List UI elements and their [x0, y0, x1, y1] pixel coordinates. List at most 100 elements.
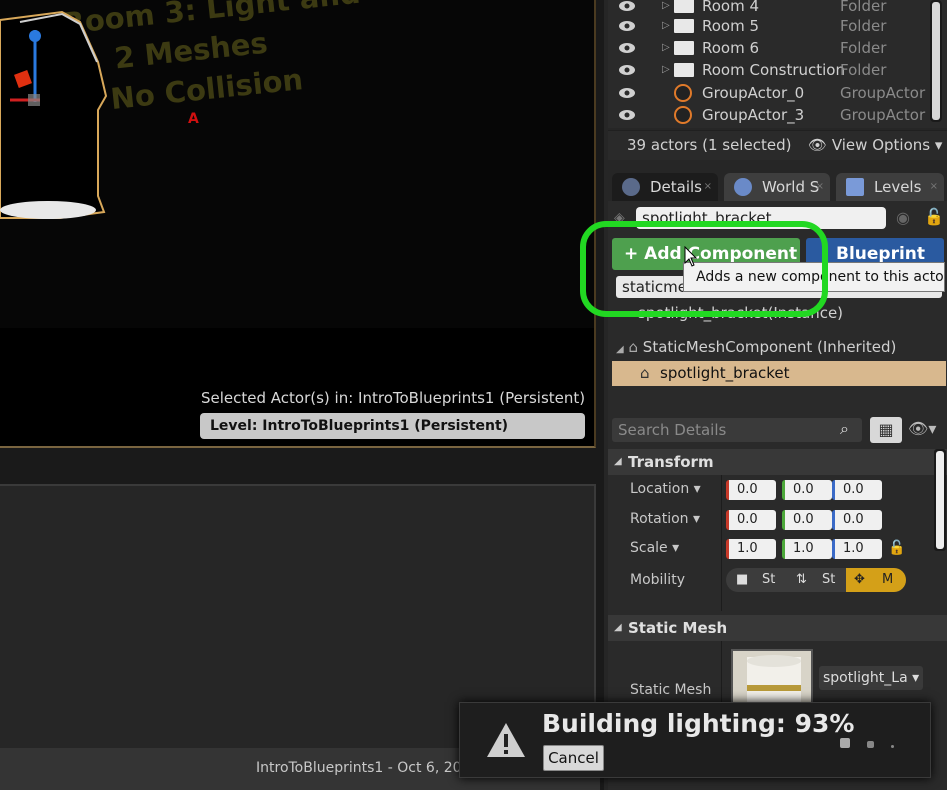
visibility-eye-icon[interactable] — [618, 0, 636, 14]
tab-label: Details — [650, 178, 703, 196]
mobility-static-label: St — [762, 572, 776, 587]
scale-lock-icon[interactable]: 🔓 — [888, 540, 905, 556]
folder-icon — [674, 19, 694, 33]
level-viewport[interactable]: Room 3: Light and 2 Meshes No Collision … — [0, 0, 596, 448]
outliner-row[interactable]: ▷ Room 5 Folder — [608, 15, 930, 37]
location-y-field[interactable]: 0.0 — [782, 480, 832, 500]
right-panel: ▷ Room 4 Folder ▷ Room 5 Folder ▷ Room 6… — [600, 0, 947, 790]
location-z-field[interactable]: 0.0 — [832, 480, 882, 500]
throbber-dot — [891, 745, 895, 748]
grid-icon: ▦ — [878, 420, 894, 439]
column-divider — [721, 475, 722, 611]
collapse-arrow-icon: ◢ — [614, 456, 622, 467]
notification-title-text: Building lighting: — [542, 709, 786, 738]
scale-y-field[interactable]: 1.0 — [782, 539, 832, 559]
static-mesh-thumbnail[interactable] — [731, 649, 813, 709]
movable-icon: ✥ — [854, 572, 865, 587]
group-actor-icon — [674, 84, 692, 102]
mobility-toggle-group: ■ St ⇅ St ✥ M — [726, 568, 906, 592]
world-outliner: ▷ Room 4 Folder ▷ Room 5 Folder ▷ Room 6… — [608, 0, 947, 128]
lock-icon[interactable]: 🔓 — [924, 207, 944, 226]
expand-arrow-icon[interactable]: ▷ — [662, 15, 670, 37]
tab-world-settings[interactable]: World S × — [724, 173, 830, 201]
tab-details[interactable]: Details × — [612, 173, 718, 201]
outliner-row-type: GroupActor — [840, 84, 926, 102]
visibility-eye-icon[interactable] — [618, 62, 636, 78]
rotation-x-field[interactable]: 0.0 — [726, 510, 776, 530]
outliner-row[interactable]: ▷ Room 6 Folder — [608, 37, 930, 59]
static-mesh-dropdown[interactable]: spotlight_La ▾ — [819, 666, 923, 690]
outliner-row-name: Room Construction — [702, 61, 845, 79]
chevron-down-icon: ▾ — [934, 136, 943, 154]
location-x-field[interactable]: 0.0 — [726, 480, 776, 500]
cancel-button[interactable]: Cancel — [543, 745, 604, 771]
location-label-text: Location — [630, 481, 690, 497]
info-icon — [622, 178, 640, 196]
mobility-movable-label: M — [882, 572, 894, 587]
visibility-eye-icon[interactable] — [618, 107, 636, 123]
close-icon[interactable]: × — [816, 173, 824, 201]
visibility-eye-icon[interactable] — [618, 40, 636, 56]
static-mesh-icon: ⌂ — [640, 364, 650, 382]
rotation-z-field[interactable]: 0.0 — [832, 510, 882, 530]
group-actor-icon — [674, 106, 692, 124]
folder-icon — [674, 0, 694, 13]
outliner-row-name: GroupActor_0 — [702, 84, 805, 102]
expand-arrow-icon[interactable]: ▷ — [662, 37, 670, 59]
tab-levels[interactable]: Levels × — [836, 173, 944, 201]
scale-label[interactable]: Scale ▾ — [630, 540, 679, 556]
view-options-eye-icon[interactable]: 👁▾ — [908, 419, 936, 438]
outliner-scrollbar[interactable] — [930, 0, 942, 122]
outliner-footer: 39 actors (1 selected) 👁 View Options ▾ — [608, 130, 947, 160]
outliner-row-type: Folder — [840, 39, 887, 57]
folder-icon — [674, 41, 694, 55]
outliner-row-type: GroupActor — [840, 106, 926, 124]
static-mesh-section-header[interactable]: ◢ Static Mesh — [608, 615, 947, 641]
throbber-dot — [867, 741, 875, 748]
visibility-eye-icon[interactable] — [618, 85, 636, 101]
stationary-icon: ⇅ — [796, 572, 807, 587]
throbber-dot — [840, 738, 850, 748]
spotlight-bracket-mesh[interactable] — [0, 0, 120, 230]
static-mesh-value: spotlight_La — [823, 670, 908, 686]
location-label[interactable]: Location ▾ — [630, 481, 701, 497]
mouse-cursor-icon — [684, 246, 698, 267]
transform-title: Transform — [628, 453, 714, 471]
transform-section-header[interactable]: ◢ Transform — [608, 449, 947, 475]
status-bar-text: IntroToBlueprints1 - Oct 6, 20 — [256, 760, 462, 776]
collapse-arrow-icon[interactable]: ◢ — [616, 344, 624, 355]
selected-actors-label: Selected Actor(s) in: IntroToBlueprints1… — [201, 389, 586, 407]
outliner-row-type: Folder — [840, 17, 887, 35]
property-matrix-button[interactable]: ▦ — [870, 417, 902, 443]
view-options-button[interactable]: 👁 View Options ▾ — [808, 136, 942, 154]
search-icon: ⌕ — [840, 419, 849, 438]
view-options-eye-icon: 👁 — [808, 136, 828, 154]
mobility-static-button[interactable]: ■ St — [726, 568, 786, 592]
expand-arrow-icon[interactable]: ▷ — [662, 59, 670, 81]
outliner-scroll-thumb[interactable] — [932, 2, 940, 120]
rotation-label-text: Rotation — [630, 511, 689, 527]
tutorial-highlight-ring — [580, 221, 828, 317]
outliner-row[interactable]: ▷ Room Construction Folder — [608, 59, 930, 81]
scale-x-field[interactable]: 1.0 — [726, 539, 776, 559]
details-tab-bar: Details × World S × Levels × — [608, 173, 947, 201]
details-scrollbar[interactable] — [934, 449, 946, 551]
mobility-movable-button[interactable]: ✥ M — [846, 568, 906, 592]
outliner-row[interactable]: GroupActor_3 GroupActor — [608, 104, 930, 126]
search-details-input[interactable]: Search Details — [612, 418, 862, 442]
build-lighting-notification: Building lighting: 93% Cancel — [459, 702, 931, 778]
details-scroll-thumb[interactable] — [936, 451, 944, 549]
close-icon[interactable]: × — [930, 173, 938, 201]
levels-icon — [846, 178, 864, 196]
folder-icon — [674, 63, 694, 77]
visibility-eye-icon[interactable] — [618, 18, 636, 34]
rotation-y-field[interactable]: 0.0 — [782, 510, 832, 530]
help-icon[interactable]: ◉ — [896, 208, 910, 227]
selected-component-row[interactable]: ⌂ spotlight_bracket — [612, 361, 946, 386]
rotation-label[interactable]: Rotation ▾ — [630, 511, 700, 527]
scale-z-field[interactable]: 1.0 — [832, 539, 882, 559]
component-inherited-row[interactable]: ◢ ⌂ StaticMeshComponent (Inherited) — [616, 338, 896, 356]
outliner-row[interactable]: GroupActor_0 GroupActor — [608, 82, 930, 104]
mobility-stationary-button[interactable]: ⇅ St — [786, 568, 846, 592]
close-icon[interactable]: × — [704, 173, 712, 201]
